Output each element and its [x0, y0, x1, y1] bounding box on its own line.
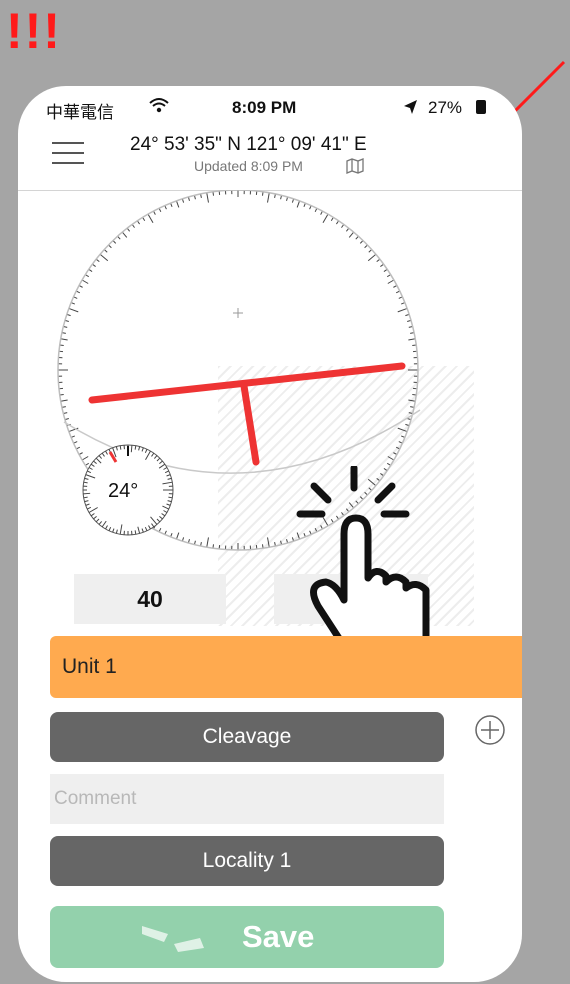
- wifi-icon: [149, 98, 169, 113]
- map-icon[interactable]: [346, 158, 364, 174]
- dip-value: 40: [74, 574, 226, 624]
- save-icon: [142, 926, 204, 952]
- menu-icon[interactable]: [52, 142, 84, 164]
- battery-percent: 27%: [428, 98, 463, 117]
- updated-time: Updated 8:09 PM: [194, 158, 303, 174]
- save-button[interactable]: Save: [50, 906, 444, 968]
- annotation-marks: !!!: [6, 3, 62, 59]
- dip-angle-label: 24°: [108, 480, 139, 502]
- status-bar: 中華電信 8:09 PM 27%: [18, 86, 522, 124]
- save-label: Save: [242, 919, 315, 954]
- structure-type-button[interactable]: Cleavage: [50, 712, 444, 762]
- coordinates: 24° 53' 35" N 121° 09' 41" E: [130, 134, 367, 155]
- dip-line: [240, 382, 260, 466]
- comment-input[interactable]: Comment: [50, 774, 444, 824]
- carrier-label: 中華電信: [46, 103, 114, 122]
- phone-screen: 中華電信 8:09 PM 27% 24° 53' 35" N 121° 09' …: [18, 86, 522, 982]
- locality-button[interactable]: Locality 1: [50, 836, 444, 886]
- status-time: 8:09 PM: [232, 98, 297, 117]
- header: 24° 53' 35" N 121° 09' 41" E Updated 8:0…: [18, 126, 522, 191]
- add-icon[interactable]: [474, 714, 506, 746]
- location-arrow-icon: [404, 100, 417, 114]
- unit-selector[interactable]: Unit 1: [50, 636, 522, 698]
- battery-icon: [476, 100, 486, 114]
